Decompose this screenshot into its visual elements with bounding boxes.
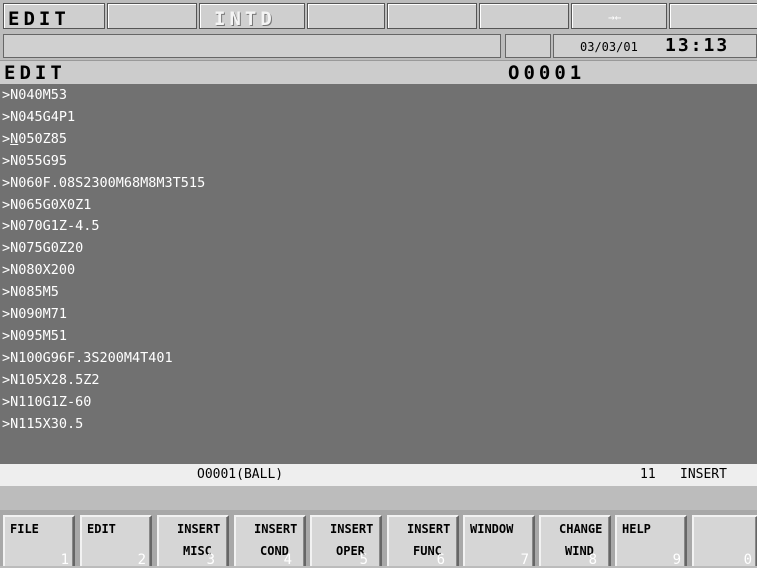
input-line[interactable] — [0, 486, 757, 510]
status-cell-2 — [107, 3, 197, 29]
edit-cursor: N — [10, 130, 19, 147]
program-line[interactable]: >N065G0X0Z1 — [2, 195, 91, 215]
top-status-bar: EDIT INTD →← — [0, 0, 757, 32]
status-line: O0001(BALL) 11 INSERT — [0, 464, 757, 486]
program-line[interactable]: >N060F.08S2300M68M8M3T515 — [2, 173, 205, 193]
program-line[interactable]: >N105X28.5Z2 — [2, 370, 100, 390]
status-cell-7: →← — [571, 3, 667, 29]
line-count: 11 — [640, 467, 656, 482]
softkey-4[interactable]: INSERT COND 4 — [234, 515, 306, 568]
program-line[interactable]: >N100G96F.3S200M4T401 — [2, 348, 173, 368]
status-cell-5 — [387, 3, 477, 29]
softkey-9[interactable]: HELP 9 — [615, 515, 687, 568]
info-bar: 03/03/01 13:13 — [0, 32, 757, 60]
softkey-label: INSERT — [407, 522, 451, 536]
softkey-6[interactable]: INSERT FUNC 6 — [387, 515, 459, 568]
softkey-1[interactable]: FILE 1 — [3, 515, 75, 568]
program-line[interactable]: >N055G95 — [2, 151, 67, 171]
softkey-bar: FILE 1 EDIT 2 INSERT MISC 3 INSERT COND 4 INSERT OP… — [0, 510, 757, 568]
date-text: 03/03/01 — [580, 40, 638, 54]
program-number: O0001 — [508, 62, 586, 84]
softkey-5[interactable]: INSERT OPER 5 — [310, 515, 382, 568]
edit-mode: INSERT — [680, 467, 727, 482]
program-listing[interactable]: >N040M53 >N045G4P1 >N050Z85 >N055G95 >N060F.… — [0, 84, 757, 464]
program-line[interactable]: >N095M51 — [2, 326, 67, 346]
status-cell-4 — [307, 3, 385, 29]
softkey-8[interactable]: CHANGE WIND 8 — [539, 515, 611, 568]
program-line[interactable]: >N040M53 — [2, 85, 67, 105]
screen-title: EDIT — [4, 62, 66, 84]
softkey-label: WINDOW — [470, 522, 514, 536]
program-line[interactable]: >N085M5 — [2, 282, 59, 302]
message-field — [3, 34, 501, 58]
program-line[interactable]: >N115X30.5 — [2, 414, 83, 434]
softkey-7[interactable]: WINDOW 7 — [463, 515, 535, 568]
softkey-3[interactable]: INSERT MISC 3 — [157, 515, 229, 568]
softkey-label: EDIT — [87, 522, 116, 536]
program-line[interactable]: >N110G1Z-60 — [2, 392, 91, 412]
aux-field — [505, 34, 551, 58]
softkey-label: INSERT — [254, 522, 298, 536]
program-line[interactable]: >N090M71 — [2, 304, 67, 324]
softkey-label: INSERT — [330, 522, 374, 536]
datetime-display: 03/03/01 13:13 — [553, 34, 757, 58]
softkey-label: FILE — [10, 522, 39, 536]
program-name: O0001(BALL) — [197, 467, 284, 482]
sub-mode-label: INTD — [214, 8, 276, 30]
converge-arrow-icon: →← — [608, 11, 622, 24]
program-line[interactable]: >N075G0Z20 — [2, 238, 83, 258]
time-text: 13:13 — [665, 35, 730, 56]
sub-mode-indicator: INTD — [199, 3, 305, 30]
status-cell-6 — [479, 3, 569, 29]
program-line[interactable]: >N045G4P1 — [2, 107, 75, 127]
program-line[interactable]: >N050Z85 — [2, 129, 67, 149]
softkey-label: CHANGE — [559, 522, 603, 536]
softkey-2[interactable]: EDIT 2 — [80, 515, 152, 568]
program-line[interactable]: >N070G1Z-4.5 — [2, 216, 100, 236]
status-cell-8 — [669, 3, 757, 29]
mode-label: EDIT — [8, 8, 70, 30]
title-bar: EDIT O0001 — [0, 60, 757, 85]
mode-indicator: EDIT — [3, 3, 105, 30]
softkey-label: HELP — [622, 522, 651, 536]
program-line[interactable]: >N080X200 — [2, 260, 75, 280]
softkey-0[interactable]: 0 — [692, 515, 757, 568]
softkey-label: INSERT — [177, 522, 221, 536]
